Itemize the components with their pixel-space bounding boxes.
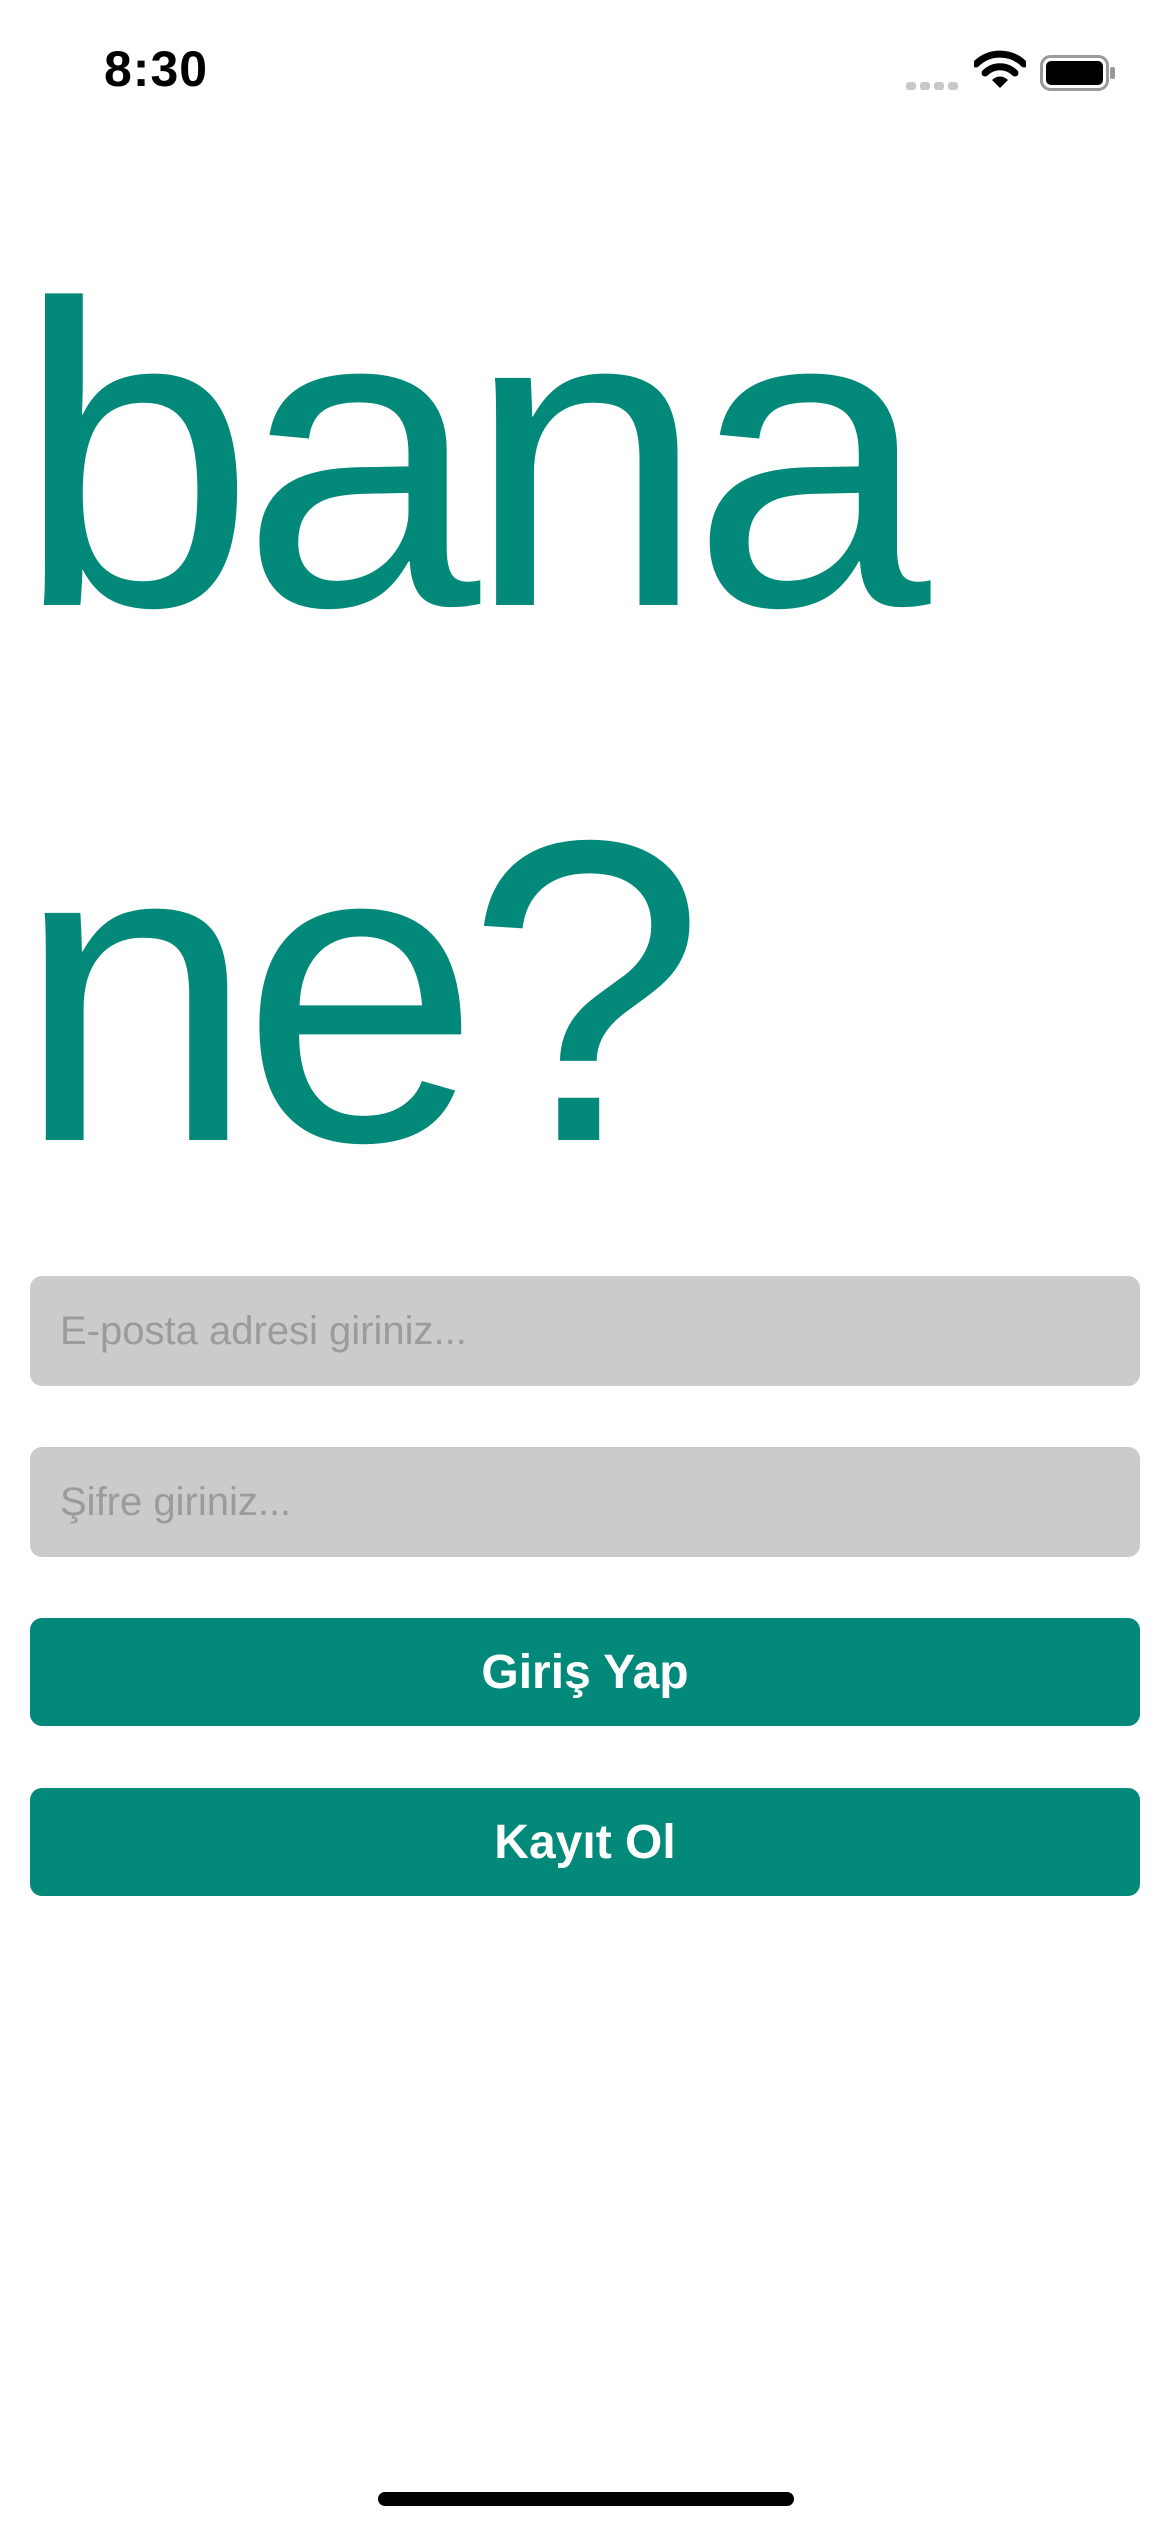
- login-button[interactable]: Giriş Yap: [30, 1618, 1140, 1726]
- home-indicator[interactable]: [378, 2492, 794, 2506]
- wifi-icon: [974, 50, 1026, 88]
- signal-icon: [906, 82, 958, 90]
- status-bar: 8:30: [0, 0, 1170, 140]
- register-button[interactable]: Kayıt Ol: [30, 1788, 1140, 1896]
- status-time: 8:30: [104, 41, 209, 97]
- battery-icon: [1040, 55, 1115, 91]
- app-title: bana ne?: [16, 217, 931, 1232]
- email-field[interactable]: [30, 1276, 1140, 1386]
- password-field[interactable]: [30, 1447, 1140, 1557]
